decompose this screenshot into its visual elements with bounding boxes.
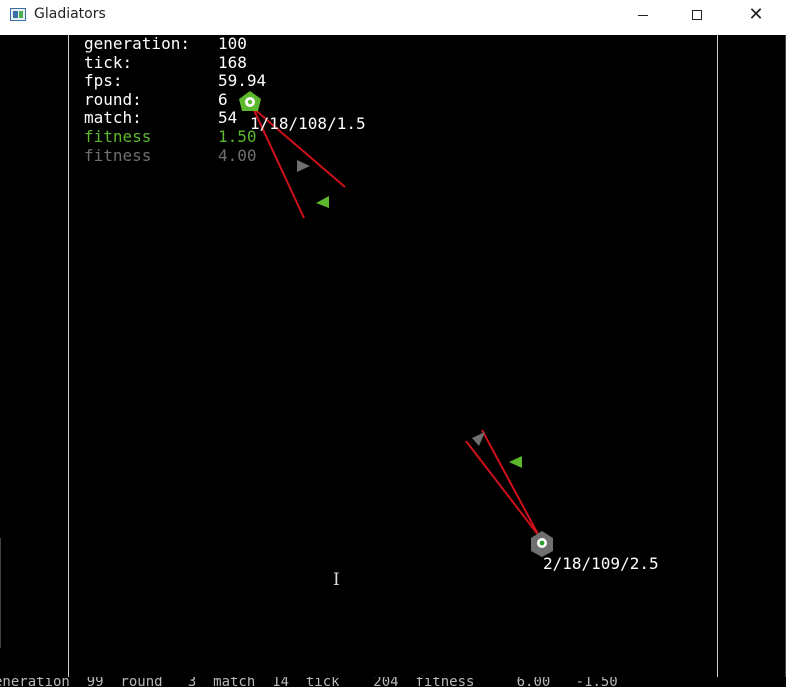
stat-fps: fps: 59.94 xyxy=(84,71,266,91)
stat-label: fitness xyxy=(84,126,152,146)
stat-tick: tick: 168 xyxy=(84,53,247,73)
stat-fitness-green: fitness 1.50 xyxy=(84,127,257,147)
left-panel xyxy=(0,35,68,687)
close-icon: ✕ xyxy=(748,4,764,25)
title-bar: Gladiators ✕ xyxy=(0,0,786,30)
maximize-button[interactable] xyxy=(674,0,720,30)
stat-label: fps: xyxy=(84,71,123,91)
stat-label: round: xyxy=(84,89,142,109)
window-title: Gladiators xyxy=(34,6,106,22)
arena[interactable] xyxy=(68,35,718,685)
stat-generation: generation: 100 xyxy=(84,34,247,54)
stat-value: 6 xyxy=(218,89,228,109)
stats-overlay: generation: 100 tick: 168 fps: 59.94 rou… xyxy=(84,34,266,166)
stat-value: 100 xyxy=(218,34,247,53)
minimize-button[interactable] xyxy=(620,0,666,30)
minimize-icon xyxy=(638,14,648,16)
stat-fitness-gray: fitness 4.00 xyxy=(84,146,257,166)
stat-value: 168 xyxy=(218,52,247,72)
stat-label: match: xyxy=(84,108,142,128)
bottom-status-strip: eneration 99 round 3 match 14 tick 204 f… xyxy=(0,677,786,687)
bottom-status-text: eneration 99 round 3 match 14 tick 204 f… xyxy=(0,677,618,687)
text-cursor-icon: I xyxy=(333,570,340,590)
gray-unit-label: 2/18/109/2.5 xyxy=(543,554,659,573)
green-unit-label: 1/18/108/1.5 xyxy=(250,114,366,133)
close-button[interactable]: ✕ xyxy=(733,0,779,30)
right-panel xyxy=(718,35,786,687)
stat-label: tick: xyxy=(84,52,133,72)
stat-value: 59.94 xyxy=(218,71,267,91)
app-icon xyxy=(10,8,26,21)
stat-label: generation: xyxy=(84,34,190,53)
stat-value: 54 xyxy=(218,108,238,128)
stat-value: 4.00 xyxy=(218,145,257,165)
stat-round: round: 6 xyxy=(84,90,228,110)
maximize-icon xyxy=(692,10,702,20)
stat-match: match: 54 xyxy=(84,109,237,128)
stat-label: fitness xyxy=(84,145,152,165)
